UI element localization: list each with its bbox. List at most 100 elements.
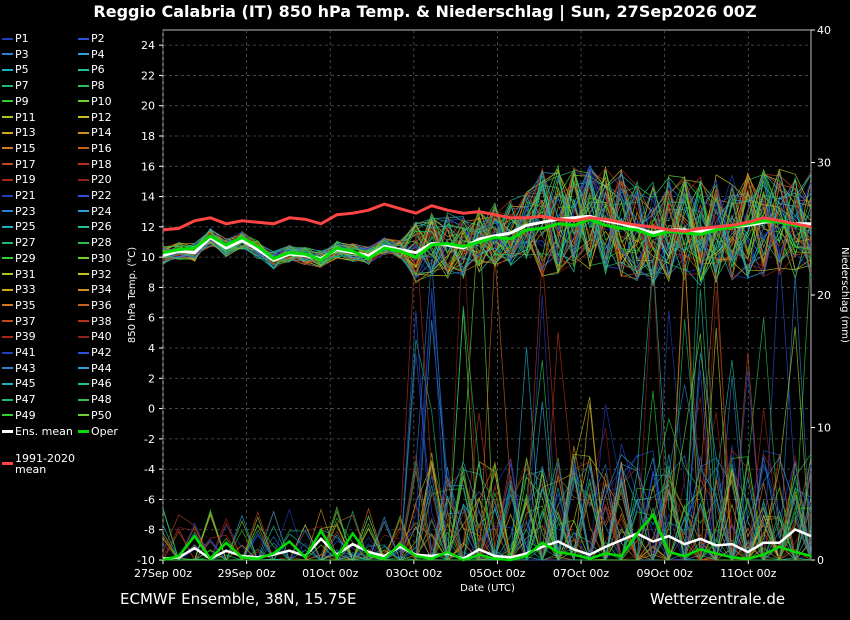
legend-label: P38	[91, 314, 112, 328]
y-tick-label: 0	[148, 403, 155, 416]
legend-swatch	[2, 131, 13, 134]
legend-label: P28	[91, 236, 112, 250]
legend-item: P34	[78, 283, 112, 296]
legend-item: P13	[2, 126, 36, 139]
legend-swatch	[2, 68, 13, 71]
legend-label: P4	[91, 47, 105, 61]
legend-label: P30	[91, 251, 112, 265]
legend-swatch	[2, 335, 13, 338]
legend-label: P15	[15, 141, 36, 155]
chart-canvas: -10-8-6-4-202468101214161820222401020304…	[127, 24, 850, 580]
y-tick-label: 4	[148, 342, 155, 355]
x-tick-label: 27Sep 00z	[134, 567, 192, 580]
legend-label: P5	[15, 63, 29, 77]
legend-item: Ens. mean	[2, 425, 73, 438]
legend-item: P36	[78, 299, 112, 312]
legend-swatch	[2, 178, 13, 181]
legend-item: P16	[78, 142, 112, 155]
legend-swatch	[78, 194, 89, 197]
legend-swatch	[78, 382, 89, 385]
chart-title: Reggio Calabria (IT) 850 hPa Temp. & Nie…	[93, 2, 757, 21]
legend-swatch	[78, 273, 89, 275]
legend-swatch	[78, 37, 89, 40]
legend-item: P39	[2, 330, 36, 343]
legend-item: P6	[78, 63, 105, 76]
legend-item: P47	[2, 393, 36, 406]
legend-label: P49	[15, 408, 36, 422]
legend-item: P31	[2, 268, 36, 281]
legend-label: P3	[15, 47, 29, 61]
legend-item: P20	[78, 173, 112, 186]
legend-swatch	[78, 367, 89, 370]
y-tick-label: 8	[148, 281, 155, 294]
legend-item: P27	[2, 236, 36, 249]
legend-label: P40	[91, 330, 112, 344]
legend-item: P33	[2, 283, 36, 296]
x-tick-label: 01Oct 00z	[302, 567, 359, 580]
legend-label: P37	[15, 314, 36, 328]
legend-item: P17	[2, 158, 36, 171]
legend-label: P25	[15, 220, 36, 234]
legend-label: P1	[15, 32, 29, 45]
y2-tick-label: 10	[817, 422, 831, 435]
legend-label: P47	[15, 393, 36, 407]
legend-label: Ens. mean	[15, 424, 73, 438]
legend-swatch	[78, 335, 89, 338]
legend-label: P8	[91, 79, 105, 93]
legend-swatch	[78, 351, 89, 354]
legend-swatch	[78, 257, 89, 260]
legend-label: P24	[91, 204, 112, 218]
legend-item: P45	[2, 377, 36, 390]
legend-swatch	[78, 429, 89, 433]
legend-item: P18	[78, 158, 112, 171]
legend-swatch	[2, 194, 13, 197]
y-tick-label: 22	[141, 69, 155, 82]
legend-label: Oper	[91, 424, 118, 438]
legend-swatch	[78, 131, 89, 134]
y-tick-label: 20	[141, 100, 155, 113]
y-tick-label: 18	[141, 130, 155, 143]
legend-swatch	[78, 320, 89, 323]
legend-item: P19	[2, 173, 36, 186]
legend-item: P10	[78, 95, 112, 108]
legend-item: P46	[78, 377, 112, 390]
legend-swatch	[78, 225, 89, 228]
x-tick-label: 29Sep 00z	[218, 567, 276, 580]
legend-label: P35	[15, 298, 36, 312]
legend-swatch	[2, 163, 13, 166]
legend-label: P21	[15, 189, 36, 202]
legend-item: P4	[78, 48, 105, 61]
legend-swatch	[2, 367, 13, 370]
legend-swatch	[78, 414, 89, 417]
legend-item: P35	[2, 299, 36, 312]
x-tick-label: 11Oct 00z	[720, 567, 777, 580]
legend-swatch	[2, 100, 13, 103]
legend-label: P11	[15, 110, 36, 124]
legend-label: P7	[15, 79, 29, 93]
legend-item: P11	[2, 111, 36, 124]
legend-swatch	[78, 241, 89, 244]
legend-label: P29	[15, 251, 36, 265]
legend-item: P26	[78, 220, 112, 233]
legend-label: P32	[91, 267, 112, 281]
y-tick-label: -6	[144, 493, 155, 506]
legend-label: P48	[91, 393, 112, 407]
legend-label: P34	[91, 283, 112, 297]
legend-item: P24	[78, 205, 112, 218]
legend-label: 1991-2020 mean	[15, 451, 75, 476]
legend-label: P23	[15, 204, 36, 218]
legend-item: P42	[78, 346, 112, 359]
legend-label: P13	[15, 126, 36, 140]
legend-swatch	[2, 116, 13, 118]
x-tick-label: 09Oct 00z	[637, 567, 694, 580]
legend-swatch	[2, 84, 13, 87]
legend-swatch	[2, 147, 13, 150]
legend-label: P44	[91, 361, 112, 375]
legend-label: P45	[15, 377, 36, 391]
legend-swatch	[2, 382, 13, 385]
legend-swatch	[2, 257, 13, 260]
legend-item: P29	[2, 252, 36, 265]
legend-label: P39	[15, 330, 36, 344]
legend-swatch	[78, 100, 89, 103]
legend-swatch	[78, 68, 89, 71]
